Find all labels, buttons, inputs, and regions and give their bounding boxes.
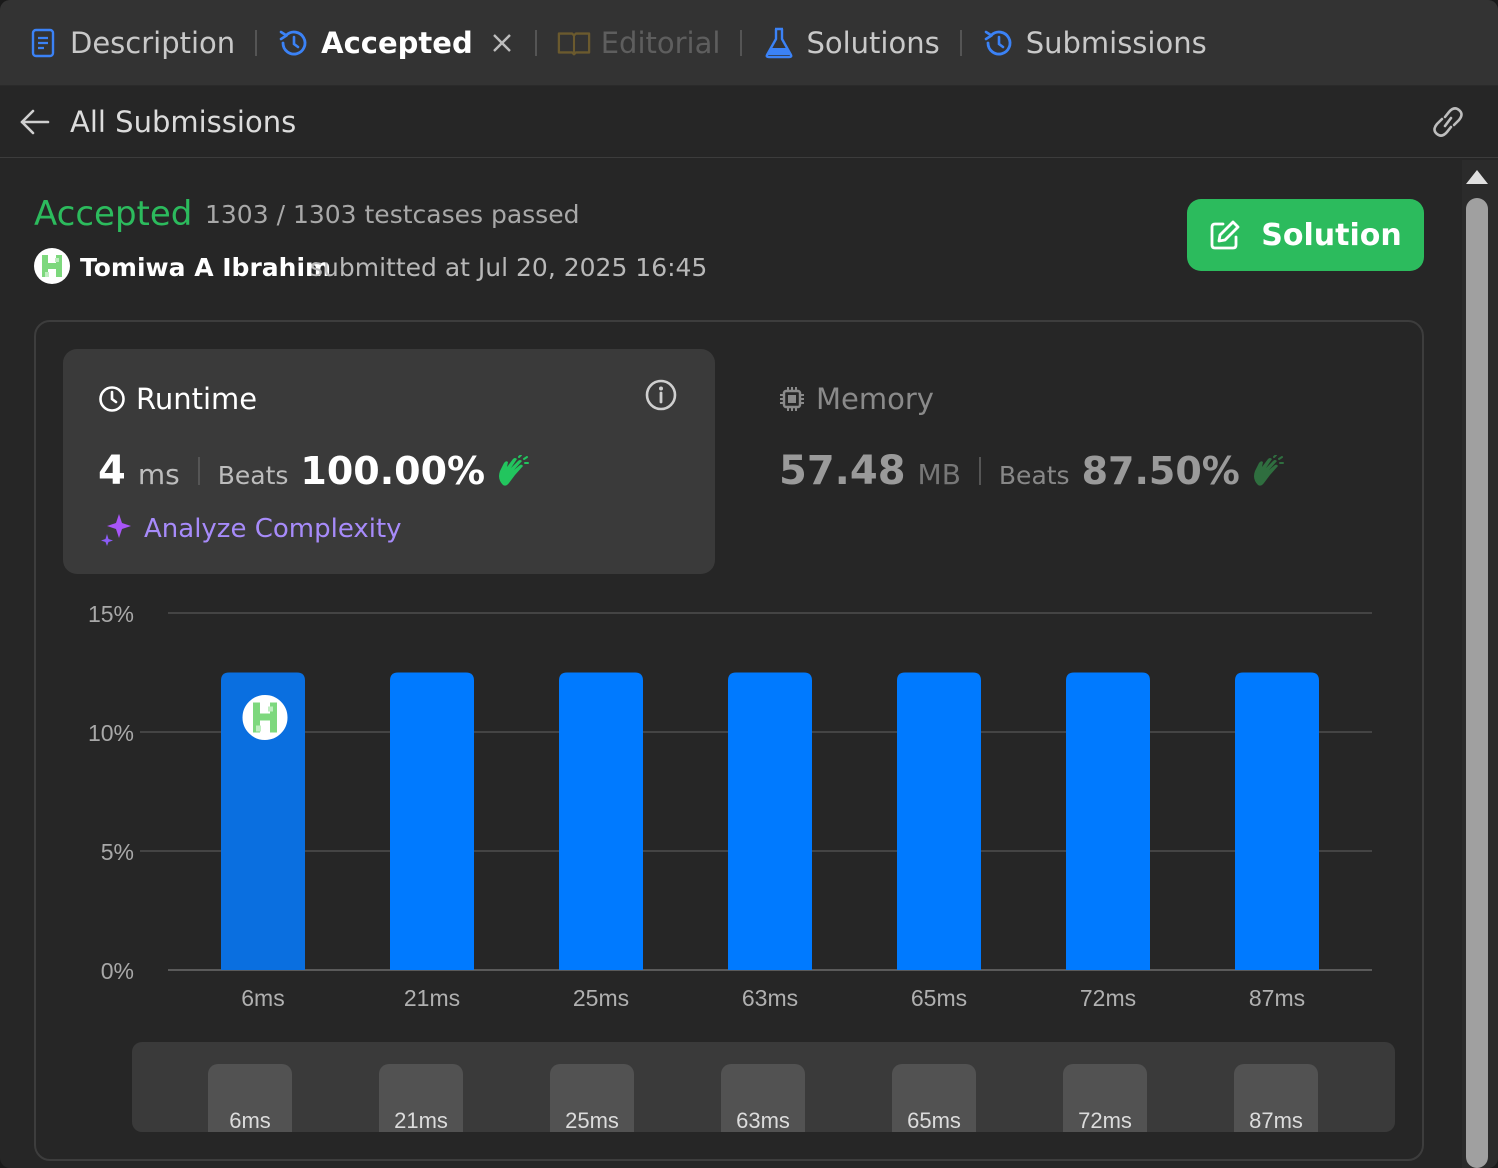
back-arrow-icon[interactable] — [18, 105, 52, 139]
memory-beats-label: Beats — [998, 461, 1070, 490]
x-tick-label: 6ms — [241, 985, 284, 1011]
chip-icon — [780, 387, 804, 411]
divider — [978, 457, 981, 485]
range-selector[interactable]: 6ms 21ms 25ms 63ms 65ms 72ms 87ms — [132, 1042, 1395, 1132]
x-tick-label: 72ms — [1080, 985, 1136, 1011]
memory-beats-value: 87.50% — [1081, 449, 1240, 493]
tab-divider — [740, 29, 743, 56]
scrollbar[interactable] — [1462, 160, 1498, 1168]
chart-bar[interactable] — [728, 672, 812, 971]
x-tick-label: 21ms — [404, 985, 460, 1011]
clock-icon — [99, 386, 125, 412]
tab-label: Accepted — [321, 25, 473, 60]
tab-description[interactable]: Description — [26, 0, 235, 86]
tab-divider — [534, 29, 537, 56]
clap-icon — [1253, 455, 1284, 486]
close-icon[interactable] — [489, 30, 515, 56]
history-icon — [277, 26, 311, 60]
tab-submissions[interactable]: Submissions — [982, 0, 1207, 86]
status-title: Accepted — [34, 194, 193, 234]
y-tick-label: 5% — [101, 839, 134, 865]
link-icon[interactable] — [1428, 104, 1468, 140]
chart-bar[interactable] — [1066, 672, 1150, 971]
solution-button-label: Solution — [1261, 217, 1402, 253]
range-item[interactable]: 65ms — [892, 1064, 976, 1132]
chart-bar[interactable] — [559, 672, 643, 971]
runtime-beats-value: 100.00% — [300, 449, 486, 493]
runtime-unit: ms — [137, 458, 180, 491]
runtime-distribution-chart: 0% 5% 10% 15% 6ms 21ms 25ms 63ms 65ms 72ms 87ms — [88, 601, 1372, 1011]
x-tick-label: 87ms — [1249, 985, 1305, 1011]
avatar-marker-icon — [239, 692, 291, 743]
chart-bar[interactable] — [390, 672, 474, 971]
runtime-heading: Runtime — [98, 382, 257, 416]
solution-button[interactable]: Solution — [1187, 199, 1424, 271]
tab-label: Solutions — [806, 25, 940, 60]
runtime-number: 4 — [98, 448, 126, 494]
range-item[interactable]: 25ms — [550, 1064, 634, 1132]
range-item[interactable]: 63ms — [721, 1064, 805, 1132]
submission-header: All Submissions — [0, 86, 1498, 158]
edit-icon — [1210, 220, 1240, 250]
all-submissions-link[interactable]: All Submissions — [70, 105, 296, 139]
author-name[interactable]: Tomiwa A Ibrahim — [80, 253, 331, 282]
tab-label: Submissions — [1025, 25, 1207, 60]
chart-bar[interactable] — [1235, 672, 1319, 971]
tab-divider — [255, 29, 258, 56]
scrollbar-thumb[interactable] — [1466, 198, 1488, 1168]
description-icon — [26, 26, 60, 60]
memory-number: 57.48 — [779, 448, 906, 494]
tab-label: Editorial — [600, 25, 721, 60]
info-icon[interactable] — [644, 378, 678, 412]
runtime-beats-label: Beats — [217, 461, 289, 490]
book-icon — [557, 26, 591, 60]
tab-label: Description — [70, 25, 236, 60]
chart-bar[interactable] — [897, 672, 981, 971]
x-tick-label: 25ms — [573, 985, 629, 1011]
tab-divider — [959, 29, 962, 56]
submitted-time: submitted at Jul 20, 2025 16:45 — [310, 253, 708, 282]
range-item[interactable]: 87ms — [1234, 1064, 1318, 1132]
memory-title: Memory — [816, 382, 934, 416]
divider — [197, 457, 200, 485]
tab-editorial[interactable]: Editorial — [557, 0, 721, 86]
history-icon — [982, 26, 1016, 60]
avatar[interactable] — [34, 248, 70, 284]
memory-value: 57.48 MB Beats 87.50% — [779, 448, 1284, 494]
range-item[interactable]: 72ms — [1063, 1064, 1147, 1132]
x-tick-label: 65ms — [911, 985, 967, 1011]
range-item[interactable]: 21ms — [379, 1064, 463, 1132]
tab-solutions[interactable]: Solutions — [762, 0, 940, 86]
scroll-up-arrow-icon[interactable] — [1466, 170, 1488, 184]
sparkle-icon — [101, 514, 131, 546]
range-item[interactable]: 6ms — [208, 1064, 292, 1132]
testcases-passed: 1303 / 1303 testcases passed — [205, 200, 580, 229]
memory-heading[interactable]: Memory — [778, 382, 934, 416]
flask-icon — [762, 26, 796, 60]
clap-icon — [499, 455, 530, 486]
tab-bar: Description Accepted Editorial Solutions — [0, 0, 1498, 86]
tab-accepted[interactable]: Accepted — [277, 0, 515, 86]
y-tick-label: 10% — [88, 720, 134, 746]
runtime-title: Runtime — [136, 382, 258, 416]
app-window: Description Accepted Editorial Solutions — [0, 0, 1498, 1168]
analyze-complexity-button[interactable]: Analyze Complexity — [100, 512, 402, 546]
memory-unit: MB — [917, 458, 961, 491]
analyze-complexity-label: Analyze Complexity — [144, 514, 402, 544]
y-tick-label: 0% — [101, 958, 134, 984]
x-tick-label: 63ms — [742, 985, 798, 1011]
runtime-value: 4 ms Beats 100.00% — [98, 448, 530, 494]
y-tick-label: 15% — [88, 601, 134, 627]
